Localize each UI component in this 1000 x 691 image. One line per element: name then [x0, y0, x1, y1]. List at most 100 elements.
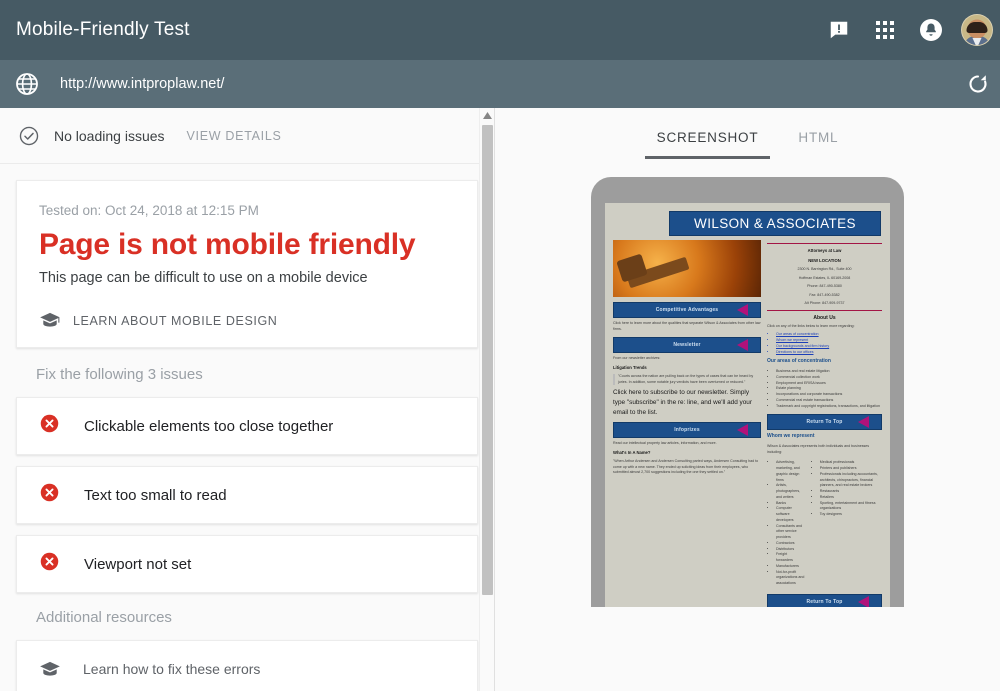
- results-panel: No loading issues VIEW DETAILS Tested on…: [0, 108, 495, 691]
- preview-panel: SCREENSHOT HTML WILSON & ASSOCIATES Comp…: [495, 108, 1000, 691]
- tab-html[interactable]: HTML: [778, 122, 858, 159]
- resources-section-title: Additional resources: [36, 609, 172, 626]
- site-bar-infoprizes[interactable]: Infoprizes: [613, 422, 761, 439]
- site-link[interactable]: Directions to our offices: [776, 350, 882, 356]
- globe-icon: [14, 71, 40, 97]
- bar-label: Newsletter: [673, 342, 701, 349]
- apps-button[interactable]: [862, 7, 908, 53]
- site-whats-text: "When Arthur Andersen and Andersen Consu…: [613, 459, 759, 475]
- avatar-button[interactable]: [954, 7, 1000, 53]
- site-columns: Competitive Advantages Click here to lea…: [613, 240, 882, 607]
- site-bar-newsletter[interactable]: Newsletter: [613, 337, 761, 354]
- screenshot-preview[interactable]: WILSON & ASSOCIATES Competitive Advantag…: [605, 203, 890, 607]
- site-text-competitive: Click here to learn more about the quali…: [613, 321, 761, 331]
- loading-status-text: No loading issues: [54, 127, 165, 144]
- site-return-to-top[interactable]: Return To Top: [767, 414, 882, 431]
- site-return-to-top[interactable]: Return To Top: [767, 593, 882, 607]
- site-about-title: About Us: [813, 314, 836, 321]
- bar-label: Return To Top: [806, 419, 843, 426]
- list-item: Trademark and copyright registrations, t…: [776, 404, 882, 410]
- mobile-friendly-test-app: Mobile-Friendly Test http://www.intpropl…: [0, 0, 1000, 691]
- divider: [767, 309, 882, 311]
- resource-label: Learn how to fix these errors: [83, 661, 261, 677]
- url-bar: http://www.intproplaw.net/: [0, 60, 1000, 108]
- summary-card: Tested on: Oct 24, 2018 at 12:15 PM Page…: [16, 180, 478, 348]
- arrow-marker: [858, 416, 869, 429]
- site-litigation-quote: "Courts across the nation are pulling ba…: [613, 374, 761, 386]
- phone-frame: WILSON & ASSOCIATES Competitive Advantag…: [591, 177, 904, 607]
- notifications-button[interactable]: [908, 7, 954, 53]
- error-circle-icon: [39, 482, 60, 508]
- site-contact-line3: 2300 N. Barrington Rd., Suite 400: [797, 267, 852, 271]
- bell-icon: [920, 19, 942, 41]
- error-circle-icon: [39, 551, 60, 577]
- site-whom-left: Advertising, marketing, and graphic desi…: [776, 460, 805, 587]
- site-whats-title: What's In A Name?: [613, 449, 651, 455]
- arrow-marker: [737, 304, 748, 316]
- loading-status-row: No loading issues VIEW DETAILS: [0, 108, 494, 164]
- issue-item[interactable]: Text too small to read: [16, 466, 478, 524]
- site-banner: WILSON & ASSOCIATES: [669, 211, 881, 236]
- site-text-newsletter: From our newsletter archives:: [613, 356, 661, 361]
- page-title: Mobile-Friendly Test: [16, 19, 190, 40]
- url-input[interactable]: http://www.intproplaw.net/: [60, 76, 958, 92]
- preview-tabs: SCREENSHOT HTML: [637, 122, 859, 159]
- tested-on-text: Tested on: Oct 24, 2018 at 12:15 PM: [39, 203, 259, 218]
- site-litigation-title: Litigation Trends: [613, 364, 647, 370]
- bar-label: Return To Top: [806, 598, 843, 605]
- site-about-text: Click on any of the links below to learn…: [767, 323, 855, 328]
- verdict-subtext: This page can be difficult to use on a m…: [39, 270, 368, 286]
- site-contact-line7: Alt Phone: 847-909-9737: [804, 301, 845, 306]
- reload-icon: [969, 75, 987, 93]
- divider: [767, 243, 882, 244]
- site-whom-right: Medical professionals Printers and publi…: [820, 460, 882, 587]
- site-contact-line5: Phone: 847-490-5380: [807, 284, 842, 289]
- resource-item[interactable]: Learn how to fix these errors: [16, 640, 478, 691]
- site-bar-competitive-advantages[interactable]: Competitive Advantages: [613, 302, 761, 318]
- issue-item[interactable]: Viewport not set: [16, 535, 478, 593]
- avatar: [961, 14, 993, 46]
- apps-grid-icon: [876, 21, 894, 39]
- scroll-up-arrow[interactable]: [480, 108, 494, 123]
- header-actions: [816, 0, 1000, 60]
- site-areas-list: Business and real estate litigation Comm…: [776, 369, 882, 409]
- list-item: Professionals including accountants, arc…: [820, 472, 882, 489]
- list-item: Artists, photographers, and writers: [776, 483, 805, 500]
- error-circle-icon: [39, 413, 60, 439]
- results-scroll-area: Tested on: Oct 24, 2018 at 12:15 PM Page…: [0, 164, 494, 691]
- learn-about-mobile-design-label: LEARN ABOUT MOBILE DESIGN: [73, 313, 278, 328]
- site-areas-title: Our areas of concentration: [767, 358, 831, 365]
- list-item: Consultants and other service providers: [776, 524, 805, 541]
- main-content: No loading issues VIEW DETAILS Tested on…: [0, 108, 1000, 691]
- list-item: Advertising, marketing, and graphic desi…: [776, 460, 805, 483]
- rendered-site: WILSON & ASSOCIATES Competitive Advantag…: [605, 203, 890, 607]
- results-scrollbar[interactable]: [479, 108, 494, 691]
- issue-label: Clickable elements too close together: [84, 417, 334, 435]
- check-circle-icon: [19, 126, 39, 145]
- site-whom-columns: Advertising, marketing, and graphic desi…: [767, 458, 882, 589]
- site-contact-line2: NEW LOCATION: [808, 257, 841, 263]
- list-item: Toy designers: [820, 512, 882, 518]
- avatar-hair: [966, 21, 988, 33]
- reload-button[interactable]: [958, 64, 998, 104]
- list-item: Not-for-profit organizations and associa…: [776, 570, 805, 587]
- arrow-marker: [737, 339, 748, 352]
- scrollbar-thumb[interactable]: [482, 125, 493, 595]
- tab-screenshot[interactable]: SCREENSHOT: [637, 122, 779, 159]
- issues-list: Clickable elements too close together Te…: [16, 397, 478, 593]
- view-details-link[interactable]: VIEW DETAILS: [187, 129, 282, 143]
- issue-label: Viewport not set: [84, 555, 192, 573]
- learn-about-mobile-design-link[interactable]: LEARN ABOUT MOBILE DESIGN: [39, 312, 455, 329]
- feedback-button[interactable]: [816, 7, 862, 53]
- arrow-marker: [737, 424, 748, 437]
- list-item: Sporting, entertainment and fitness orga…: [820, 501, 882, 513]
- graduation-cap-icon: [40, 312, 60, 327]
- list-item: Computer software developers: [776, 506, 805, 523]
- site-right-column: Attorneys at Law NEW LOCATION 2300 N. Ba…: [767, 240, 882, 607]
- site-contact-line4: Hoffman Estates, IL 60169-2008: [798, 275, 851, 280]
- issue-label: Text too small to read: [84, 486, 227, 504]
- bar-label: Infoprizes: [674, 427, 700, 434]
- issue-item[interactable]: Clickable elements too close together: [16, 397, 478, 455]
- bar-label: Competitive Advantages: [655, 307, 719, 313]
- arrow-marker: [858, 595, 869, 607]
